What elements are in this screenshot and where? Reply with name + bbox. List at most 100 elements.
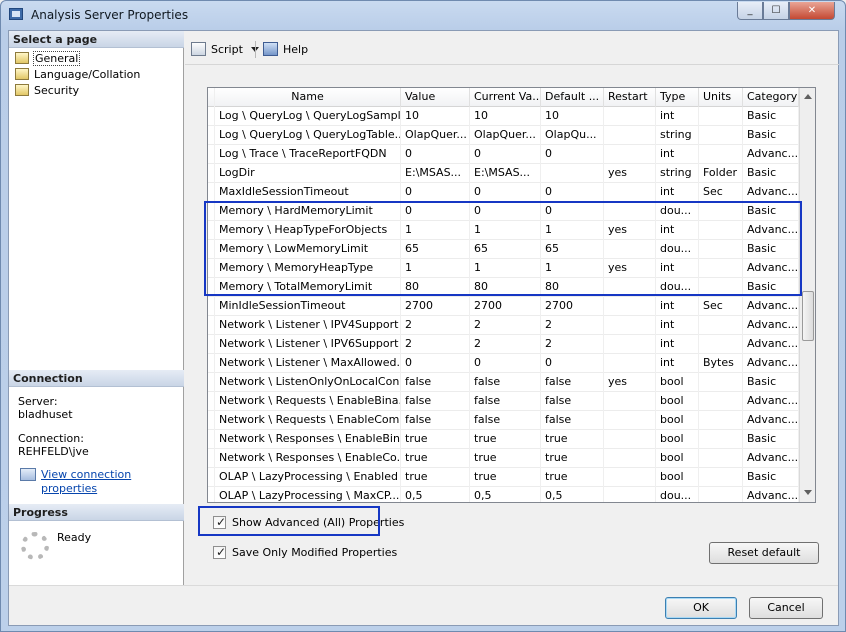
scroll-down-icon[interactable] (804, 490, 812, 495)
cell-default: true (541, 449, 604, 468)
cell-value[interactable]: false (401, 392, 470, 411)
table-row[interactable]: Log \ Trace \ TraceReportFQDN 0 0 0 int Advan… (208, 145, 799, 164)
cell-current-value: 2 (470, 335, 541, 354)
page-item-general[interactable]: General (13, 51, 81, 66)
button-bar: OK Cancel (9, 585, 838, 625)
dialog-window: Analysis Server Properties _ ☐ ✕ Select … (0, 0, 846, 632)
table-row[interactable]: OLAP \ LazyProcessing \ Enabled true true t… (208, 468, 799, 487)
cell-units: Folder (699, 164, 743, 183)
cell-default: 2700 (541, 297, 604, 316)
help-button[interactable]: Help (263, 41, 308, 58)
column-header-name[interactable]: Name (215, 88, 401, 107)
scroll-up-icon[interactable] (804, 94, 812, 99)
cell-category: Advanc... (743, 145, 799, 164)
row-indent (208, 164, 215, 183)
column-header-default[interactable]: Default ... (541, 88, 604, 107)
table-row[interactable]: MinIdleSessionTimeout 2700 2700 2700 int Sec A… (208, 297, 799, 316)
table-row[interactable]: Log \ QueryLog \ QueryLogTable... OlapQue… (208, 126, 799, 145)
cell-value[interactable]: OlapQuer... (401, 126, 470, 145)
scroll-thumb[interactable] (802, 291, 814, 341)
table-row[interactable]: Network \ Responses \ EnableBin... true tr… (208, 430, 799, 449)
table-row[interactable]: Memory \ HardMemoryLimit 0 0 0 dou... Basic (208, 202, 799, 221)
row-indent (208, 449, 215, 468)
cell-value[interactable]: 80 (401, 278, 470, 297)
window-title: Analysis Server Properties (31, 8, 189, 22)
cell-units (699, 449, 743, 468)
cell-value[interactable]: false (401, 373, 470, 392)
cell-default: true (541, 468, 604, 487)
column-header-value[interactable]: Value (401, 88, 470, 107)
maximize-button[interactable]: ☐ (763, 2, 789, 20)
cell-value[interactable]: E:\MSAS... (401, 164, 470, 183)
cell-name: Network \ Listener \ IPV4Support (215, 316, 401, 335)
cell-value[interactable]: 1 (401, 259, 470, 278)
cell-current-value: 65 (470, 240, 541, 259)
cell-value[interactable]: true (401, 430, 470, 449)
cell-value[interactable]: 0,5 (401, 487, 470, 502)
table-row[interactable]: Network \ Requests \ EnableCom... false fa… (208, 411, 799, 430)
table-row[interactable]: Network \ Listener \ IPV6Support 2 2 2 int Ad… (208, 335, 799, 354)
row-indent (208, 468, 215, 487)
view-connection-properties-link[interactable]: View connection properties (18, 468, 183, 496)
cell-units (699, 202, 743, 221)
table-row[interactable]: Log \ QueryLog \ QueryLogSampli... 10 10 10… (208, 107, 799, 126)
cell-value[interactable]: 2 (401, 316, 470, 335)
properties-grid[interactable]: Name Value Current Va... Default ... Res… (207, 87, 816, 503)
table-row[interactable]: Memory \ LowMemoryLimit 65 65 65 dou... Basic (208, 240, 799, 259)
ok-button[interactable]: OK (665, 597, 737, 619)
checkbox-box[interactable]: ✓ (213, 545, 226, 559)
cell-value[interactable]: 2 (401, 335, 470, 354)
column-header-category[interactable]: Category (743, 88, 799, 107)
table-row[interactable]: Network \ Listener \ MaxAllowed... 0 0 0 int… (208, 354, 799, 373)
table-row[interactable]: Memory \ MemoryHeapType 1 1 1 yes int Advanc..… (208, 259, 799, 278)
cell-value[interactable]: 0 (401, 145, 470, 164)
grid-scrollbar[interactable] (799, 88, 815, 502)
table-row[interactable]: Network \ Listener \ IPV4Support 2 2 2 int Ad… (208, 316, 799, 335)
cell-type: dou... (656, 202, 699, 221)
table-row[interactable]: Network \ ListenOnlyOnLocalCon... false fa… (208, 373, 799, 392)
cell-category: Advanc... (743, 487, 799, 502)
column-header-units[interactable]: Units (699, 88, 743, 107)
save-modified-checkbox[interactable]: ✓ Save Only Modified Properties (213, 545, 398, 560)
cell-units (699, 430, 743, 449)
progress-status: Ready (57, 531, 92, 544)
table-row[interactable]: OLAP \ LazyProcessing \ MaxCP... 0,5 0,5 0,… (208, 487, 799, 502)
column-header-current-value[interactable]: Current Va... (470, 88, 541, 107)
minimize-button[interactable]: _ (737, 2, 763, 20)
row-indent (208, 145, 215, 164)
cell-value[interactable]: 10 (401, 107, 470, 126)
close-button[interactable]: ✕ (789, 2, 835, 20)
table-row[interactable]: MaxIdleSessionTimeout 0 0 0 int Sec Advanc... (208, 183, 799, 202)
cell-current-value: 2700 (470, 297, 541, 316)
cell-value[interactable]: 65 (401, 240, 470, 259)
cell-default: 80 (541, 278, 604, 297)
script-button[interactable]: Script (191, 41, 259, 58)
table-row[interactable]: Network \ Requests \ EnableBina... false f… (208, 392, 799, 411)
cell-value[interactable]: 0 (401, 354, 470, 373)
save-modified-label: Save Only Modified Properties (232, 546, 398, 559)
cell-restart: yes (604, 259, 656, 278)
cell-restart (604, 354, 656, 373)
table-row[interactable]: Memory \ HeapTypeForObjects 1 1 1 yes int Adva… (208, 221, 799, 240)
cell-value[interactable]: true (401, 449, 470, 468)
cell-value[interactable]: 2700 (401, 297, 470, 316)
show-advanced-checkbox[interactable]: ✓ Show Advanced (All) Properties (213, 515, 404, 530)
page-item-security[interactable]: Security (13, 83, 79, 98)
checkbox-box[interactable]: ✓ (213, 515, 226, 529)
cell-value[interactable]: 0 (401, 183, 470, 202)
cell-value[interactable]: false (401, 411, 470, 430)
column-header-type[interactable]: Type (656, 88, 699, 107)
table-row[interactable]: Network \ Responses \ EnableCo... true tru… (208, 449, 799, 468)
cell-value[interactable]: true (401, 468, 470, 487)
table-row[interactable]: Memory \ TotalMemoryLimit 80 80 80 dou... Bas… (208, 278, 799, 297)
cell-value[interactable]: 1 (401, 221, 470, 240)
cell-type: string (656, 126, 699, 145)
table-row[interactable]: LogDir E:\MSAS... E:\MSAS... yes string Folde… (208, 164, 799, 183)
cancel-button[interactable]: Cancel (749, 597, 823, 619)
cell-value[interactable]: 0 (401, 202, 470, 221)
page-item-language-collation[interactable]: Language/Collation (13, 67, 140, 82)
cell-default (541, 164, 604, 183)
reset-default-button[interactable]: Reset default (709, 542, 819, 564)
server-value: bladhuset (18, 408, 73, 421)
column-header-restart[interactable]: Restart (604, 88, 656, 107)
